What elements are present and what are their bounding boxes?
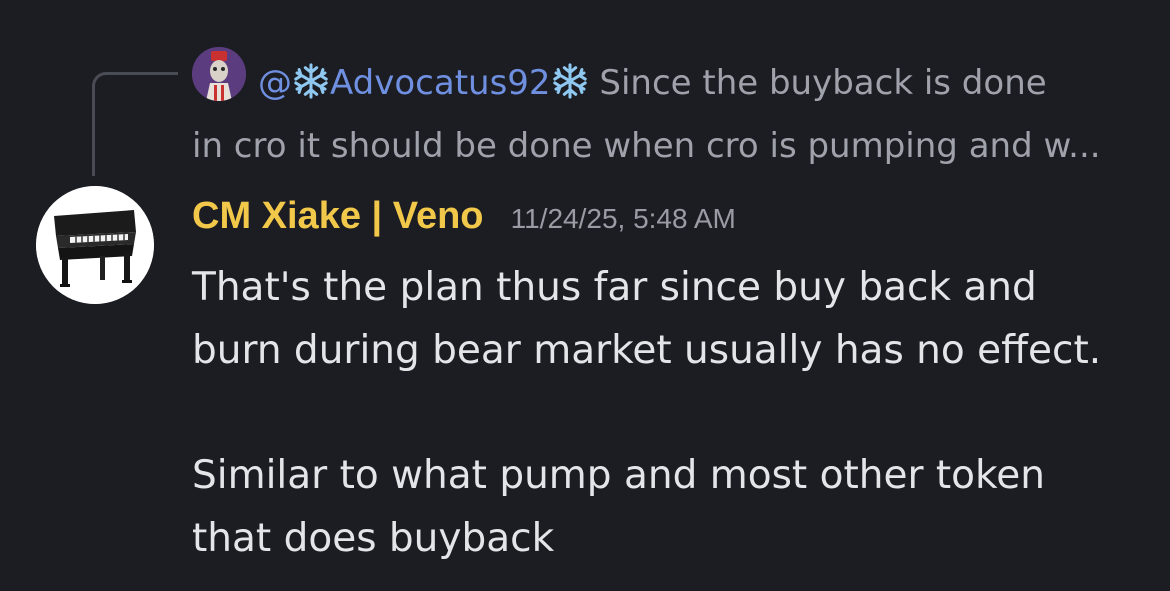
reply-preview-text: Since the buyback is done [599,63,1047,103]
message-timestamp[interactable]: 11/24/25, 5:48 AM [511,203,736,234]
reply-connector-line [92,72,178,176]
snowflake-icon [294,63,328,99]
reply-username: Advocatus92 [330,63,551,103]
piano-icon [36,186,154,304]
reply-mention[interactable]: @ Advocatus92 [258,63,589,103]
snowflake-icon [552,63,587,99]
reply-author-avatar[interactable] [192,47,246,101]
message-line: burn during bear market usually has no e… [192,328,1102,373]
message-line: Similar to what pump and most other toke… [192,453,1045,498]
message-line: that does buyback [192,516,555,561]
author-name[interactable]: CM Xiake | Veno [192,195,484,237]
mention-at-sign: @ [258,63,292,103]
message-content: That's the plan thus far since buy back … [192,256,1162,570]
reply-preview-text-continued[interactable]: in cro it should be done when cro is pum… [192,124,1152,168]
message-line: That's the plan thus far since buy back … [192,265,1037,310]
author-avatar[interactable] [36,186,154,304]
reply-preview-line[interactable]: @ Advocatus92 Since the buyback is done [258,62,1138,103]
message-header: CM Xiake | Veno 11/24/25, 5:48 AM [192,195,736,238]
jester-avatar-icon [192,47,246,101]
